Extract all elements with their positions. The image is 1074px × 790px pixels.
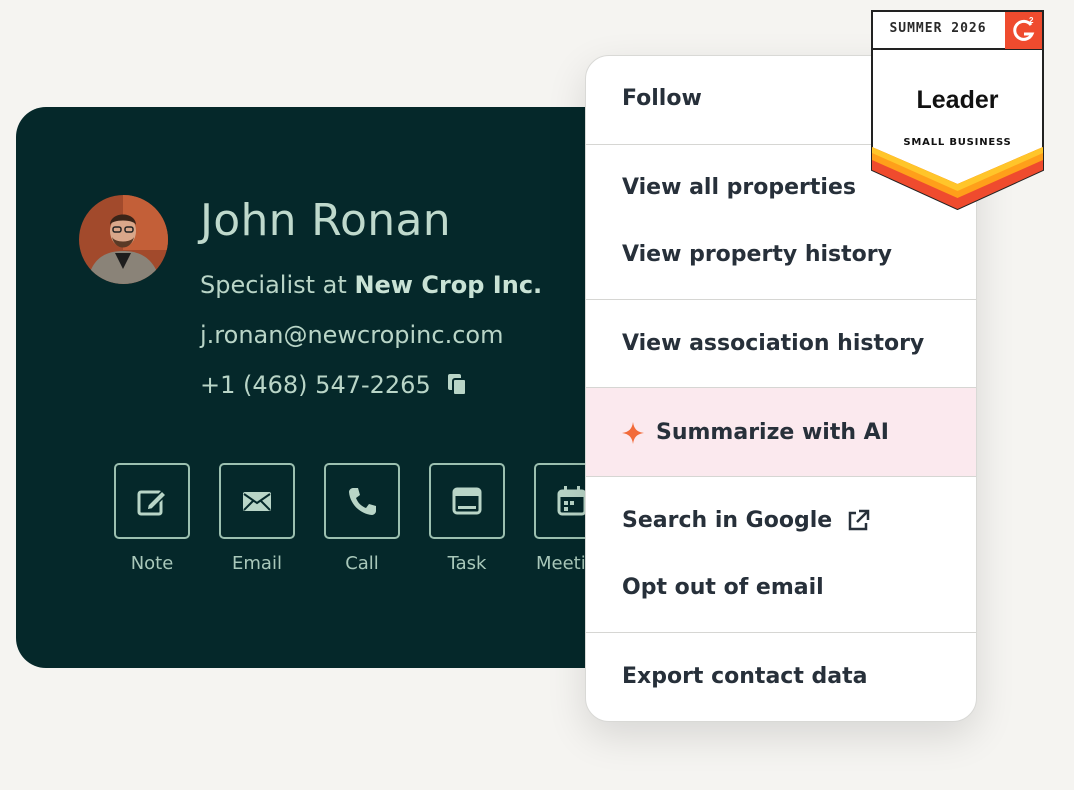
email-label: Email <box>232 553 282 574</box>
note-button[interactable] <box>114 463 190 539</box>
note-action[interactable]: Note <box>114 463 190 574</box>
phone-row: +1 (468) 547-2265 <box>200 371 469 399</box>
contact-role: Specialist at New Crop Inc. <box>200 271 542 299</box>
call-action[interactable]: Call <box>324 463 400 574</box>
menu-item-search-in-google[interactable]: Search in Google <box>622 508 870 533</box>
task-button[interactable] <box>429 463 505 539</box>
badge-subtitle: SMALL BUSINESS <box>903 137 1012 148</box>
contact-name: John Ronan <box>200 195 451 246</box>
call-button[interactable] <box>324 463 400 539</box>
call-label: Call <box>345 553 379 574</box>
external-link-icon <box>846 509 870 533</box>
task-label: Task <box>447 553 487 574</box>
role-prefix: Specialist at <box>200 271 355 299</box>
note-label: Note <box>130 553 174 574</box>
badge-title: Leader <box>916 86 999 114</box>
email-button[interactable] <box>219 463 295 539</box>
note-icon <box>137 489 168 516</box>
menu-item-view-association-history[interactable]: View association history <box>622 331 924 356</box>
profile-photo-icon <box>79 195 168 284</box>
menu-divider <box>586 632 976 633</box>
call-icon <box>349 488 376 515</box>
menu-item-view-property-history[interactable]: View property history <box>622 242 892 267</box>
meeting-icon <box>557 486 587 516</box>
task-action[interactable]: Task <box>429 463 505 574</box>
summarize-label: Summarize with AI <box>656 420 889 445</box>
sparkle-icon <box>622 421 644 444</box>
contact-phone[interactable]: +1 (468) 547-2265 <box>200 371 431 399</box>
menu-item-view-all-properties[interactable]: View all properties <box>622 175 856 200</box>
menu-divider <box>586 299 976 300</box>
menu-item-follow[interactable]: Follow <box>622 86 702 111</box>
search-google-label: Search in Google <box>622 508 833 533</box>
task-icon <box>452 487 482 515</box>
menu-item-opt-out-of-email[interactable]: Opt out of email <box>622 575 824 600</box>
g2-leader-badge: 2 SUMMER 2026 Leader SMALL BUSINESS <box>871 10 1044 210</box>
menu-item-summarize-with-ai[interactable]: Summarize with AI <box>622 420 889 445</box>
company-name[interactable]: New Crop Inc. <box>354 271 542 299</box>
svg-text:2: 2 <box>1029 16 1034 25</box>
g2-logo-icon: 2 <box>1005 12 1042 49</box>
menu-item-export-contact-data[interactable]: Export contact data <box>622 664 867 689</box>
contact-card: John Ronan Specialist at New Crop Inc. j… <box>16 107 656 668</box>
copy-icon[interactable] <box>447 373 469 397</box>
badge-season: SUMMER 2026 <box>889 21 987 36</box>
menu-divider <box>586 476 976 477</box>
contact-email[interactable]: j.ronan@newcropinc.com <box>200 321 503 349</box>
avatar[interactable] <box>79 195 168 284</box>
email-icon <box>243 492 271 511</box>
email-action[interactable]: Email <box>219 463 295 574</box>
